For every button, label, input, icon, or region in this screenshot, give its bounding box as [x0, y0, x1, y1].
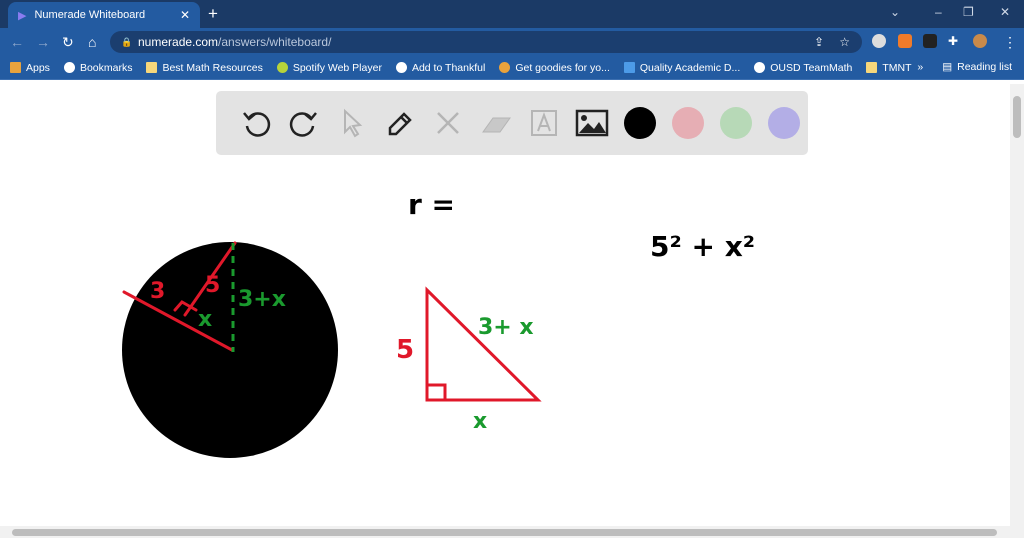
scroll-thumb[interactable] [1013, 96, 1021, 138]
reload-button[interactable]: ↻ [62, 34, 74, 51]
bookmark-label: Best Math Resources [162, 61, 263, 74]
tools-icon [437, 112, 459, 134]
circle-label-5: 5 [205, 273, 220, 298]
back-button[interactable]: ← [10, 34, 24, 50]
bookmark-item[interactable]: Add to Thankful [395, 61, 486, 74]
pencil-icon [388, 112, 412, 136]
color-swatch[interactable] [768, 107, 800, 139]
bookmark-item[interactable]: Get goodies for yo... [499, 62, 610, 74]
star-icon [63, 62, 75, 73]
url-domain: numerade.com [138, 35, 219, 49]
browser-toolbar: ← → ↻ ⌂ 🔒 numerade.com/answers/whiteboar… [0, 28, 1024, 56]
horizontal-scrollbar[interactable] [0, 526, 1024, 538]
color-swatch[interactable] [624, 107, 656, 139]
reading-list-button[interactable]: » ▤ Reading list [917, 61, 1012, 73]
lock-icon: 🔒 [121, 36, 133, 47]
home-button[interactable]: ⌂ [88, 34, 96, 50]
select-tool[interactable] [328, 103, 376, 143]
triangle-label-3-plus-x: 3+ x [478, 315, 534, 340]
forward-button[interactable]: → [36, 34, 50, 50]
extension-icon[interactable] [898, 34, 912, 48]
globe-icon [754, 62, 766, 73]
menu-icon[interactable]: ⋮ [1003, 34, 1017, 51]
apps-grid-icon [10, 62, 21, 73]
undo-button[interactable] [232, 103, 280, 143]
numerade-logo-icon: ▶ [18, 9, 27, 22]
undo-icon [243, 112, 271, 137]
url-path: /answers/whiteboard/ [218, 35, 332, 49]
image-tool[interactable] [568, 103, 616, 143]
bookmark-item[interactable]: Bookmarks [63, 61, 133, 74]
triangle-label-x: x [473, 409, 487, 434]
spotify-icon [276, 62, 288, 73]
bookmark-item[interactable]: OUSD TeamMath [754, 62, 852, 74]
bookmark-label: Add to Thankful [411, 61, 486, 74]
bookmark-item[interactable]: Apps [10, 62, 50, 74]
whiteboard-toolbar [216, 91, 808, 155]
bookmark-label: Get goodies for yo... [515, 61, 610, 74]
bookmark-label: TMNT [882, 61, 912, 74]
equation-label: 5² + x² [650, 230, 755, 263]
extension-icon[interactable] [923, 34, 937, 48]
image-icon [575, 109, 609, 137]
bookmarks-bar: Apps Bookmarks Best Math Resources Spotify … [0, 56, 1024, 80]
bookmark-star-icon[interactable]: ☆ [839, 35, 850, 49]
overflow-chevron-icon[interactable]: » [917, 61, 923, 73]
circle-label-3-plus-x: 3+x [238, 287, 286, 312]
bookmark-label: Bookmarks [79, 61, 133, 74]
globe-icon [395, 62, 407, 73]
bookmark-label: Quality Academic D... [639, 61, 741, 74]
triangle-label-5: 5 [396, 335, 414, 365]
circle-label-3: 3 [150, 279, 165, 304]
doc-icon [623, 62, 635, 73]
text-icon [531, 110, 557, 136]
tab-title: Numerade Whiteboard [34, 9, 146, 21]
r-equals-label: r = [408, 188, 455, 221]
bookmark-item[interactable]: Best Math Resources [146, 61, 263, 74]
close-tab-icon[interactable]: ✕ [180, 8, 190, 22]
reading-list-icon: ▤ [942, 61, 953, 73]
bookmark-item[interactable]: TMNT [866, 61, 912, 74]
tab-strip: ▶ Numerade Whiteboard ✕ + ⌄ – ❐ ✕ [0, 0, 1024, 28]
folder-icon [866, 62, 878, 73]
color-swatch[interactable] [672, 107, 704, 139]
pen-tool[interactable] [376, 103, 424, 143]
bookmark-label: Spotify Web Player [292, 61, 382, 74]
minimize-button[interactable]: – [935, 5, 942, 19]
shapes-tool[interactable] [424, 103, 472, 143]
vertical-scrollbar[interactable] [1010, 84, 1024, 526]
close-window-button[interactable]: ✕ [1000, 5, 1010, 19]
extensions-puzzle-icon[interactable]: ✚ [948, 34, 958, 48]
eraser-icon [482, 117, 511, 133]
cursor-icon [344, 108, 363, 138]
share-icon[interactable]: ⇪ [814, 35, 824, 49]
reading-list-label: Reading list [957, 61, 1012, 73]
folder-icon [146, 62, 158, 73]
scroll-thumb[interactable] [12, 529, 997, 536]
tab-numerade-whiteboard[interactable]: ▶ Numerade Whiteboard ✕ [8, 2, 200, 28]
new-tab-button[interactable]: + [208, 4, 218, 24]
color-swatch[interactable] [720, 107, 752, 139]
bookmark-item[interactable]: Quality Academic D... [623, 61, 741, 74]
tab-search-icon[interactable]: ⌄ [890, 5, 900, 19]
eraser-tool[interactable] [472, 103, 520, 143]
chrome-icon [499, 62, 511, 73]
restore-button[interactable]: ❐ [963, 5, 974, 19]
redo-button[interactable] [280, 103, 328, 143]
avatar[interactable] [973, 34, 987, 48]
redo-icon [289, 112, 317, 137]
address-bar[interactable]: 🔒 numerade.com/answers/whiteboard/ ⇪ ☆ [110, 31, 862, 53]
circle-label-x: x [198, 307, 212, 332]
bookmark-item[interactable]: Spotify Web Player [276, 61, 382, 74]
bookmark-label: Apps [26, 61, 50, 74]
extension-icon[interactable] [872, 34, 886, 48]
text-tool[interactable] [520, 103, 568, 143]
bookmark-label: OUSD TeamMath [770, 61, 853, 74]
